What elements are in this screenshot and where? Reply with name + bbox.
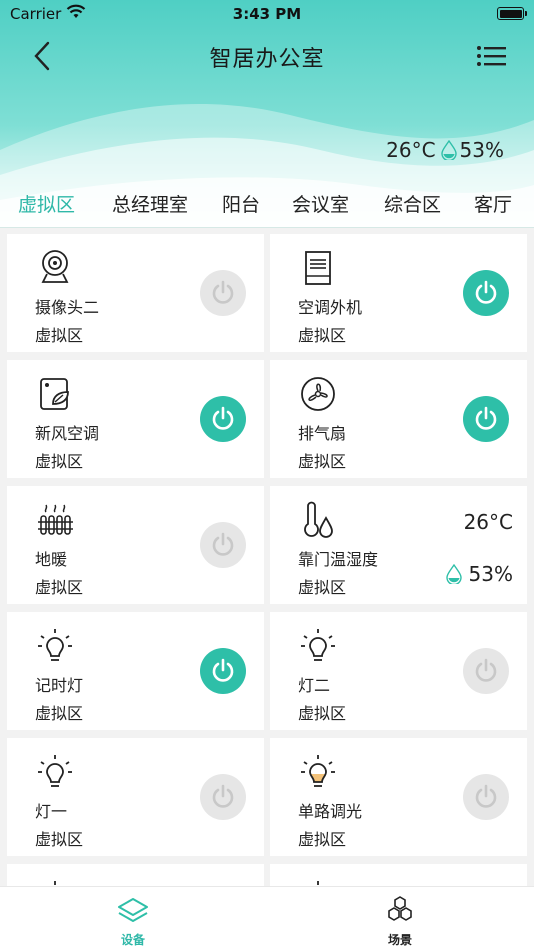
power-icon xyxy=(212,406,234,430)
tab-devices[interactable]: 设备 xyxy=(73,895,193,948)
fan-icon xyxy=(301,377,335,411)
sensor-temperature: 26°C xyxy=(463,510,513,534)
device-room: 虚拟区 xyxy=(298,704,347,723)
power-icon xyxy=(475,280,497,304)
humidity-drop-icon xyxy=(440,140,457,160)
light-bulb-icon xyxy=(38,629,72,661)
device-room: 虚拟区 xyxy=(298,452,347,471)
device-name: 灯一 xyxy=(35,802,68,821)
device-card[interactable]: 地暖 虚拟区 xyxy=(7,486,264,604)
power-button[interactable] xyxy=(463,396,509,442)
device-room: 虚拟区 xyxy=(298,830,347,849)
device-room: 虚拟区 xyxy=(35,326,84,345)
device-card[interactable]: 灯二 虚拟区 xyxy=(270,612,527,730)
light-bulb-icon xyxy=(317,881,319,885)
device-card[interactable]: 记时灯 虚拟区 xyxy=(7,612,264,730)
device-name: 空调外机 xyxy=(298,298,363,317)
device-name: 灯二 xyxy=(298,676,331,695)
device-card[interactable]: 灯一 虚拟区 xyxy=(7,738,264,856)
status-bar: Carrier 3:43 PM xyxy=(0,0,534,30)
power-button[interactable] xyxy=(200,522,246,568)
room-tabs: 虚拟区 总经理室 阳台 会议室 综合区 客厅 xyxy=(0,180,534,228)
power-icon xyxy=(212,784,234,808)
power-icon xyxy=(212,658,234,682)
device-room: 虚拟区 xyxy=(298,326,347,345)
device-room: 虚拟区 xyxy=(35,452,84,471)
clock: 3:43 PM xyxy=(232,5,302,23)
power-button[interactable] xyxy=(463,270,509,316)
power-icon xyxy=(212,532,234,556)
ac-outdoor-icon xyxy=(305,251,331,285)
power-button[interactable] xyxy=(200,774,246,820)
layers-icon xyxy=(118,898,148,922)
device-card[interactable]: 空调外机 虚拟区 xyxy=(270,234,527,352)
power-icon xyxy=(212,280,234,304)
thermo-hygrometer-icon xyxy=(304,501,333,538)
light-bulb-icon xyxy=(301,629,335,661)
tab-balcony[interactable]: 阳台 xyxy=(222,190,260,217)
list-icon[interactable] xyxy=(476,42,506,70)
fresh-air-icon xyxy=(40,378,69,410)
camera-icon xyxy=(41,250,69,283)
sensor-humidity: 53% xyxy=(445,562,513,586)
power-button[interactable] xyxy=(200,648,246,694)
tab-gm-office[interactable]: 总经理室 xyxy=(112,190,188,217)
device-grid: 摄像头二 虚拟区 空调外机 虚拟区 新风空调 虚拟区 排气扇 虚拟区 地暖 虚拟… xyxy=(0,228,534,886)
power-icon xyxy=(475,784,497,808)
hexagons-icon xyxy=(388,896,412,921)
power-button[interactable] xyxy=(463,648,509,694)
tab-general-area[interactable]: 综合区 xyxy=(384,190,441,217)
power-button[interactable] xyxy=(463,774,509,820)
device-card[interactable]: 摄像头二 虚拟区 xyxy=(7,234,264,352)
device-card[interactable]: 排气扇 虚拟区 xyxy=(270,360,527,478)
humidity-drop-icon xyxy=(445,564,462,584)
tab-meeting-room[interactable]: 会议室 xyxy=(292,190,349,217)
page-title: 智居办公室 xyxy=(209,47,325,72)
device-room: 虚拟区 xyxy=(35,704,84,723)
tab-living-room[interactable]: 客厅 xyxy=(474,190,512,217)
device-room: 虚拟区 xyxy=(35,830,84,849)
power-button[interactable] xyxy=(200,270,246,316)
power-button[interactable] xyxy=(200,396,246,442)
device-name: 单路调光 xyxy=(298,802,363,821)
device-card[interactable]: 单路调光 虚拟区 xyxy=(270,738,527,856)
tab-virtual-area[interactable]: 虚拟区 xyxy=(18,190,75,217)
light-bulb-icon xyxy=(54,881,56,885)
power-icon xyxy=(475,658,497,682)
device-name: 记时灯 xyxy=(35,676,84,695)
header: Carrier 3:43 PM 智居办公室 26°C 53% 虚拟区 总经理室 … xyxy=(0,0,534,228)
bottom-tab-bar: 设备 场景 xyxy=(0,886,534,950)
device-card-partial[interactable] xyxy=(270,864,527,886)
climate-readout: 26°C 53% xyxy=(386,138,504,162)
floor-heating-icon xyxy=(38,504,73,535)
tab-scenes-label: 场景 xyxy=(387,933,412,947)
device-name: 地暖 xyxy=(35,550,68,569)
dimmer-bulb-icon xyxy=(301,755,335,787)
device-name: 靠门温湿度 xyxy=(298,550,379,569)
battery-icon xyxy=(497,7,527,20)
device-name: 摄像头二 xyxy=(35,298,100,317)
humidity-value: 53% xyxy=(459,138,504,162)
device-card-partial[interactable] xyxy=(7,864,264,886)
tab-scenes[interactable]: 场景 xyxy=(340,895,460,948)
device-room: 虚拟区 xyxy=(35,578,84,597)
tab-devices-label: 设备 xyxy=(120,933,145,947)
temperature-value: 26°C xyxy=(386,138,436,162)
device-room: 虚拟区 xyxy=(298,578,347,597)
device-card[interactable]: 靠门温湿度 虚拟区 26°C 53% xyxy=(270,486,527,604)
device-name: 排气扇 xyxy=(298,424,347,443)
light-bulb-icon xyxy=(38,755,72,787)
power-icon xyxy=(475,406,497,430)
device-card[interactable]: 新风空调 虚拟区 xyxy=(7,360,264,478)
device-name: 新风空调 xyxy=(35,424,100,443)
sensor-humidity-value: 53% xyxy=(468,562,513,586)
